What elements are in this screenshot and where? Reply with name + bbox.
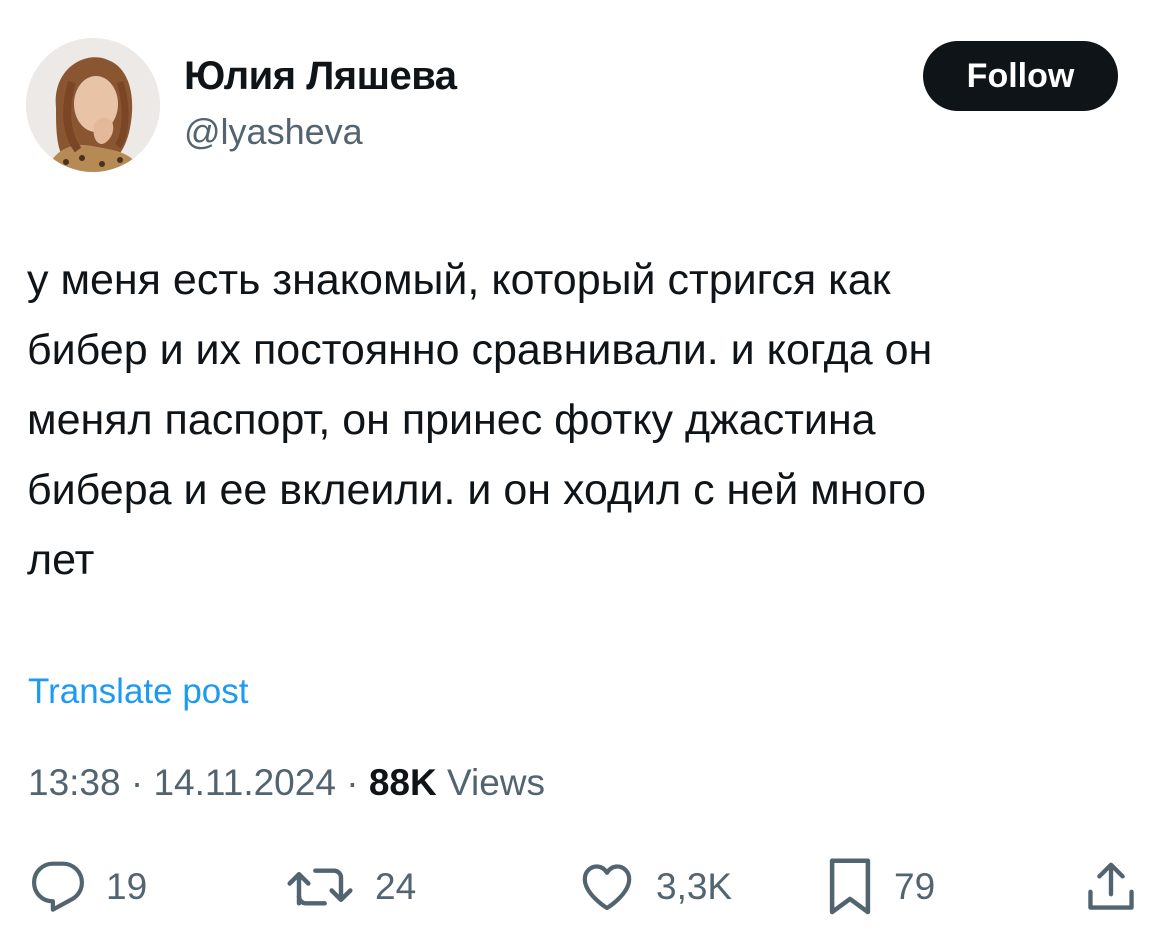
author-handle[interactable]: @lyasheva: [184, 111, 363, 153]
repost-button[interactable]: 24: [285, 852, 416, 922]
share-icon: [1082, 858, 1140, 916]
bookmark-icon: [826, 856, 874, 918]
author-display-name[interactable]: Юлия Ляшева: [184, 54, 457, 99]
views-label: Views: [446, 762, 546, 803]
reply-button[interactable]: 19: [30, 852, 147, 922]
action-bar: 19 24 3,3K 79: [0, 852, 1170, 922]
reply-count: 19: [106, 866, 148, 907]
reply-icon: [30, 859, 86, 915]
follow-button[interactable]: Follow: [923, 41, 1118, 111]
share-button[interactable]: [1082, 852, 1140, 922]
bookmark-count: 79: [894, 866, 936, 907]
repost-icon: [285, 859, 355, 915]
like-button[interactable]: 3,3K: [578, 852, 732, 922]
meta-separator: ·: [335, 762, 369, 803]
like-count: 3,3K: [656, 866, 733, 907]
tweet-date[interactable]: 14.11.2024: [153, 762, 335, 803]
meta-separator: ·: [120, 762, 154, 803]
avatar[interactable]: [26, 38, 160, 172]
tweet-text: у меня есть знакомый, который стригся ка…: [27, 256, 933, 584]
tweet-time[interactable]: 13:38: [28, 762, 121, 803]
bookmark-button[interactable]: 79: [826, 852, 935, 922]
translate-post-link[interactable]: Translate post: [28, 672, 248, 712]
tweet-meta: 13:38 · 14.11.2024 · 88K Views: [28, 762, 545, 804]
like-icon: [578, 859, 636, 915]
repost-count: 24: [375, 866, 417, 907]
views-count: 88K: [368, 762, 437, 803]
